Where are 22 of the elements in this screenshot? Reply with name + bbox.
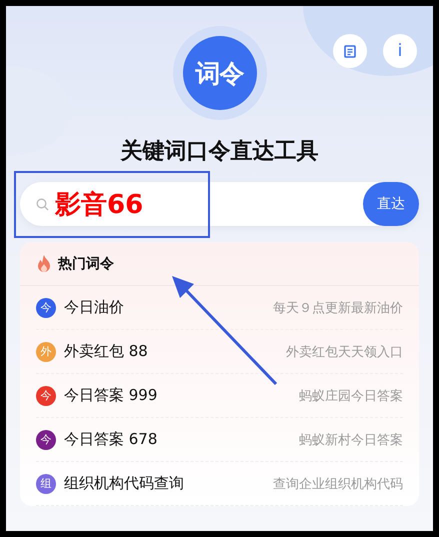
search-icon [36, 198, 49, 210]
hot-item[interactable]: 今 今日答案 999 蚂蚁庄园今日答案 [36, 374, 403, 418]
hot-item[interactable]: 外 外卖红包 88 外卖红包天天领入口 [36, 330, 403, 374]
item-description: 查询企业组织机构代码 [273, 476, 403, 492]
badge: 外 [36, 342, 56, 362]
badge: 今 [36, 430, 56, 450]
page-title: 关键词口令直达工具 [120, 138, 318, 166]
hot-item[interactable]: 今 今日答案 678 蚂蚁新村今日答案 [36, 418, 403, 462]
item-description: 蚂蚁新村今日答案 [299, 432, 403, 448]
badge: 组 [36, 474, 56, 494]
badge: 今 [36, 386, 56, 406]
search-field[interactable]: 影音66 直达 [20, 182, 419, 226]
item-description: 每天９点更新最新油价 [273, 300, 403, 316]
badge: 今 [36, 298, 56, 318]
flame-icon [36, 254, 52, 272]
item-description: 外卖红包天天领入口 [286, 344, 403, 360]
section-heading: 热门词令 [58, 254, 114, 272]
document-icon [344, 44, 356, 58]
hot-item[interactable]: 组 组织机构代码查询 查询企业组织机构代码 [36, 462, 403, 506]
go-button[interactable]: 直达 [363, 182, 419, 226]
item-description: 蚂蚁庄园今日答案 [299, 388, 403, 404]
app-logo: 词令 [182, 36, 256, 110]
